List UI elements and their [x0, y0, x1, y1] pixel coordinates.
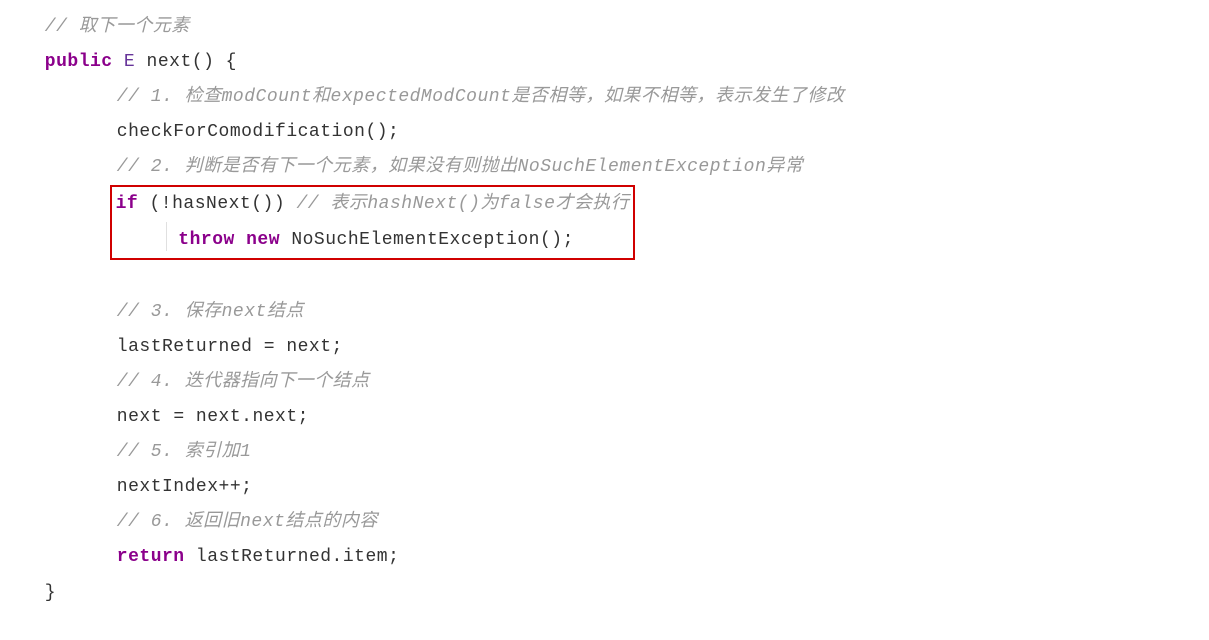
- code-line: checkForComodification();: [16, 115, 1209, 150]
- punct: (!: [138, 194, 172, 214]
- comment: // 6. 返回旧next结点的内容: [117, 512, 378, 532]
- code-line: next = next.next;: [16, 400, 1209, 435]
- code-line: throw new NoSuchElementException();: [116, 223, 630, 258]
- code-line: // 2. 判断是否有下一个元素，如果没有则抛出NoSuchElementExc…: [16, 150, 1209, 185]
- keyword-throw: throw: [178, 230, 235, 250]
- punct: ()): [251, 194, 296, 214]
- text: [135, 52, 146, 72]
- close-brace: }: [45, 583, 56, 603]
- class-name: NoSuchElementException: [280, 230, 540, 250]
- variable: lastReturned: [117, 337, 253, 357]
- text: [235, 230, 246, 250]
- operator: =: [162, 407, 196, 427]
- punct: () {: [192, 52, 237, 72]
- comment: // 4. 迭代器指向下一个结点: [117, 372, 370, 392]
- method-name: next: [147, 52, 192, 72]
- code-line: // 1. 检查modCount和expectedModCount是否相等，如果…: [16, 80, 1209, 115]
- variable: nextIndex: [117, 477, 219, 497]
- comment: // 3. 保存next结点: [117, 302, 304, 322]
- code-line: // 6. 返回旧next结点的内容: [16, 505, 1209, 540]
- method-call: checkForComodification: [117, 122, 366, 142]
- variable: next: [286, 337, 331, 357]
- dot: .: [332, 547, 343, 567]
- keyword-if: if: [116, 194, 139, 214]
- punct: ;: [332, 337, 343, 357]
- variable: lastReturned: [196, 547, 332, 567]
- comment: // 取下一个元素: [45, 17, 190, 37]
- code-line: nextIndex++;: [16, 470, 1209, 505]
- code-line: }: [16, 576, 1209, 611]
- comment: // 表示hashNext()为false才会执行: [296, 194, 629, 214]
- blank-line: [16, 260, 1209, 295]
- variable: next: [117, 407, 162, 427]
- comment: // 5. 索引加1: [117, 442, 252, 462]
- type-E: E: [124, 52, 135, 72]
- code-line: // 3. 保存next结点: [16, 295, 1209, 330]
- text: [185, 547, 196, 567]
- code-line: public E next() {: [16, 45, 1209, 80]
- keyword-return: return: [117, 547, 185, 567]
- field: item: [343, 547, 388, 567]
- code-line: if (!hasNext()) // 表示hashNext()为false才会执…: [116, 187, 630, 222]
- comment: // 1. 检查modCount和expectedModCount是否相等，如果…: [117, 87, 845, 107]
- code-line: // 4. 迭代器指向下一个结点: [16, 365, 1209, 400]
- punct: ;: [388, 547, 399, 567]
- text: [113, 52, 124, 72]
- comment: // 2. 判断是否有下一个元素，如果没有则抛出NoSuchElementExc…: [117, 157, 803, 177]
- operator: ++;: [219, 477, 253, 497]
- punct: ();: [540, 230, 574, 250]
- code-line: // 5. 索引加1: [16, 435, 1209, 470]
- variable: next: [196, 407, 241, 427]
- operator: =: [252, 337, 286, 357]
- keyword-public: public: [45, 52, 113, 72]
- code-line: return lastReturned.item;: [16, 540, 1209, 575]
- field: next: [252, 407, 297, 427]
- code-line: lastReturned = next;: [16, 330, 1209, 365]
- code-block: // 取下一个元素 public E next() { // 1. 检查modC…: [16, 10, 1209, 611]
- code-line: // 取下一个元素: [16, 10, 1209, 45]
- indent-guide: [166, 222, 167, 251]
- keyword-new: new: [246, 230, 280, 250]
- punct: ();: [365, 122, 399, 142]
- dot: .: [241, 407, 252, 427]
- method-call: hasNext: [172, 194, 251, 214]
- highlight-box: if (!hasNext()) // 表示hashNext()为false才会执…: [110, 185, 636, 259]
- punct: ;: [298, 407, 309, 427]
